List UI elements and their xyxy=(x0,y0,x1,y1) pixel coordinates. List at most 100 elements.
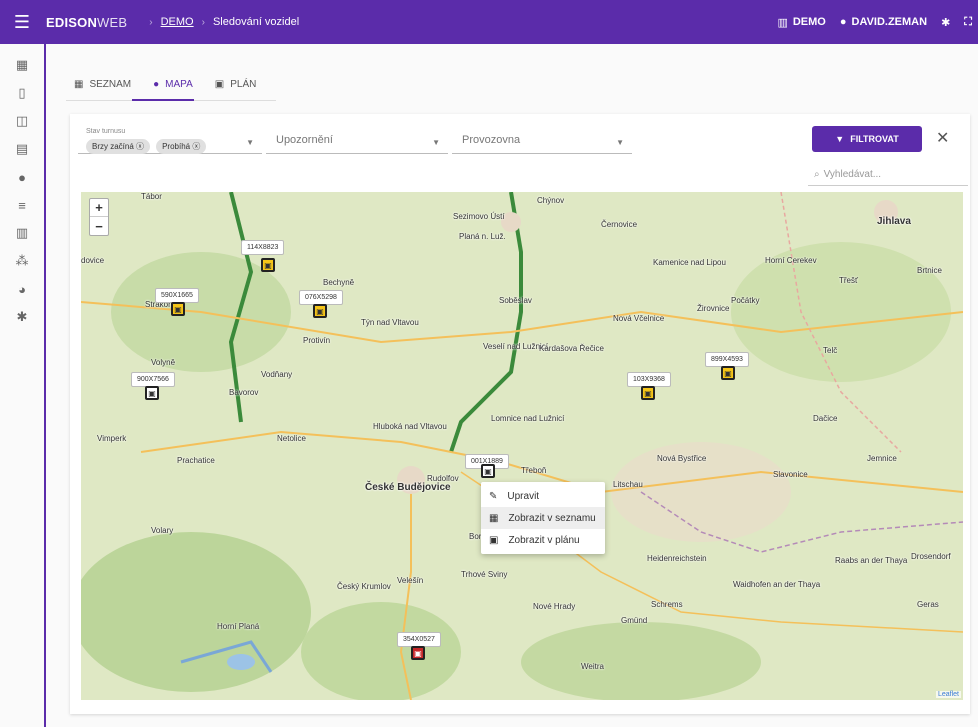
vehicle-label[interactable]: 899X4593 xyxy=(705,352,749,367)
menu-icon[interactable]: ☰ xyxy=(0,0,44,44)
tab-plan[interactable]: ▣ PLÁN xyxy=(207,68,265,100)
select-placeholder: Provozovna xyxy=(462,134,521,146)
map-town-label: Počátky xyxy=(731,296,760,305)
bus-icon[interactable]: ▣ xyxy=(721,366,735,380)
map-town-label: Volary xyxy=(151,526,174,535)
zoom-out-button[interactable]: − xyxy=(90,217,108,235)
map-town-label: Horní Cerekev xyxy=(765,256,817,265)
map-town-label: Weitra xyxy=(581,662,604,671)
menu-item-zobrazit-v-seznamu[interactable]: ▦ Zobrazit v seznamu xyxy=(481,507,605,529)
map-town-label: Tábor xyxy=(141,192,162,201)
pencil-icon: ✎ xyxy=(489,490,498,502)
provozovna-select[interactable]: Provozovna ▼ xyxy=(452,126,632,154)
chip-brzy-zacina[interactable]: Brzy začíná ⓧ xyxy=(86,139,151,154)
breadcrumb-current: Sledování vozidel xyxy=(212,16,300,28)
bus-icon[interactable]: ▣ xyxy=(481,464,495,478)
bus-icon[interactable]: ▣ xyxy=(411,646,425,660)
location-icon[interactable]: ● xyxy=(0,164,44,190)
menu-item-upravit[interactable]: ✎ Upravit xyxy=(481,485,605,507)
map-town-label: Třešť xyxy=(839,276,858,285)
bus-icon[interactable]: ▣ xyxy=(641,386,655,400)
breadcrumb-separator-icon: › xyxy=(201,16,205,28)
app-brand[interactable]: EDISONWEB xyxy=(46,15,127,30)
map-town-label: Trhové Sviny xyxy=(461,570,508,579)
map-town-label: Planá n. Luž. xyxy=(459,232,506,241)
fullscreen-icon[interactable]: ⛶ xyxy=(964,16,972,29)
map-town-label: Jihlava xyxy=(877,216,911,227)
vehicle-label[interactable]: 900X7566 xyxy=(131,372,175,387)
top-right-actions: ▥ DEMO ● DAVID.ZEMAN ✱ ⛶ xyxy=(777,0,972,44)
tab-mapa[interactable]: ● MAPA xyxy=(145,68,201,100)
map-town-label: Raabs an der Thaya xyxy=(835,556,908,565)
stav-turnusu-select[interactable]: Stav turnusu Brzy začíná ⓧ Probíhá ⓧ ▼ xyxy=(78,126,262,154)
table-icon[interactable]: ▤ xyxy=(0,136,44,162)
map-town-label: Geras xyxy=(917,600,939,609)
vehicle-label[interactable]: 076X5298 xyxy=(299,290,343,305)
menu-item-zobrazit-v-planu[interactable]: ▣ Zobrazit v plánu xyxy=(481,529,605,551)
building-icon: ▥ xyxy=(777,16,788,29)
map-town-label: Litschau xyxy=(613,480,643,489)
building-icon[interactable]: ▥ xyxy=(0,220,44,246)
close-icon[interactable]: ✕ xyxy=(936,128,949,148)
map-town-label: Vodňany xyxy=(261,370,293,379)
map-town-label: Lomnice nad Lužnicí xyxy=(491,414,565,423)
map-town-label: Bechyně xyxy=(323,278,355,287)
sidebar: ▦ ▯ ◫ ▤ ● ≡ ▥ ⁂ ◕ ✱ xyxy=(0,44,46,727)
map-town-label: Nová Včelnice xyxy=(613,314,665,323)
search-icon: ⌕ xyxy=(814,169,820,180)
dashboard-icon[interactable]: ▦ xyxy=(0,52,44,78)
menu-item-label: Zobrazit v plánu xyxy=(508,534,580,546)
chevron-down-icon: ▼ xyxy=(246,138,254,147)
bus-icon[interactable]: ▣ xyxy=(313,304,327,318)
vehicle-label[interactable]: 114X8823 xyxy=(241,240,285,255)
map-town-label: Heidenreichstein xyxy=(647,554,707,563)
map-canvas[interactable]: + − Tábor Chýnov Jihlava Sezimovo Ústí P… xyxy=(81,192,963,700)
vehicle-icon[interactable]: ◫ xyxy=(0,108,44,134)
map-town-label: Český Krumlov xyxy=(337,582,391,591)
map-icon[interactable]: ▯ xyxy=(0,80,44,106)
breadcrumb: › DEMO › Sledování vozidel xyxy=(141,16,299,28)
search-input[interactable]: ⌕ Vyhledávat... xyxy=(808,164,968,186)
vehicle-context-menu: ✎ Upravit ▦ Zobrazit v seznamu ▣ Zobrazi… xyxy=(481,482,605,554)
chevron-down-icon: ▼ xyxy=(616,138,624,147)
settings-icon[interactable]: ✱ xyxy=(0,304,44,330)
map-town-label: Prachatice xyxy=(177,456,215,465)
vehicle-label[interactable]: 354X0527 xyxy=(397,632,441,647)
filter-icon: ▼ xyxy=(835,134,845,144)
bus-icon[interactable]: ▣ xyxy=(261,258,275,272)
tab-label: SEZNAM xyxy=(89,78,132,90)
vehicle-label[interactable]: 590X1665 xyxy=(155,288,199,303)
map-town-label: Týn nad Vltavou xyxy=(361,318,419,327)
active-tab-indicator xyxy=(132,99,194,101)
upozorneni-select[interactable]: Upozornění ▼ xyxy=(266,126,448,154)
map-background xyxy=(81,192,963,700)
zoom-in-button[interactable]: + xyxy=(90,199,108,217)
map-attribution[interactable]: Leaflet xyxy=(935,691,961,698)
vehicle-settings-icon[interactable]: ◕ xyxy=(0,276,44,302)
map-town-label: Nová Bystřice xyxy=(657,454,707,463)
people-icon[interactable]: ⁂ xyxy=(0,248,44,274)
chevron-down-icon: ▼ xyxy=(432,138,440,147)
menu-item-label: Upravit xyxy=(507,490,540,502)
map-town-label: Chýnov xyxy=(537,196,565,205)
map-town-label: Vimperk xyxy=(97,434,127,443)
list-icon[interactable]: ≡ xyxy=(0,192,44,218)
filter-button[interactable]: ▼ FILTROVAT xyxy=(812,126,922,152)
breadcrumb-demo[interactable]: DEMO xyxy=(161,16,194,28)
map-town-label: Bavorov xyxy=(229,388,259,397)
user-menu[interactable]: ● DAVID.ZEMAN xyxy=(840,16,927,28)
bus-icon[interactable]: ▣ xyxy=(171,302,185,316)
chip-probiha[interactable]: Probíhá ⓧ xyxy=(156,139,207,154)
map-town-label: Žirovnice xyxy=(697,304,730,313)
vehicle-label[interactable]: 103X9368 xyxy=(627,372,671,387)
gear-icon[interactable]: ✱ xyxy=(941,16,950,29)
bus-icon[interactable]: ▣ xyxy=(145,386,159,400)
map-town-label: Brtnice xyxy=(917,266,942,275)
org-switcher[interactable]: ▥ DEMO xyxy=(777,16,825,29)
map-town-label: Telč xyxy=(823,346,838,355)
map-town-label: Protivín xyxy=(303,336,331,345)
tab-seznam[interactable]: ▦ SEZNAM xyxy=(66,68,139,100)
map-town-label: Schrems xyxy=(651,600,683,609)
map-town-label: Jemnice xyxy=(867,454,897,463)
select-placeholder: Upozornění xyxy=(276,134,333,146)
